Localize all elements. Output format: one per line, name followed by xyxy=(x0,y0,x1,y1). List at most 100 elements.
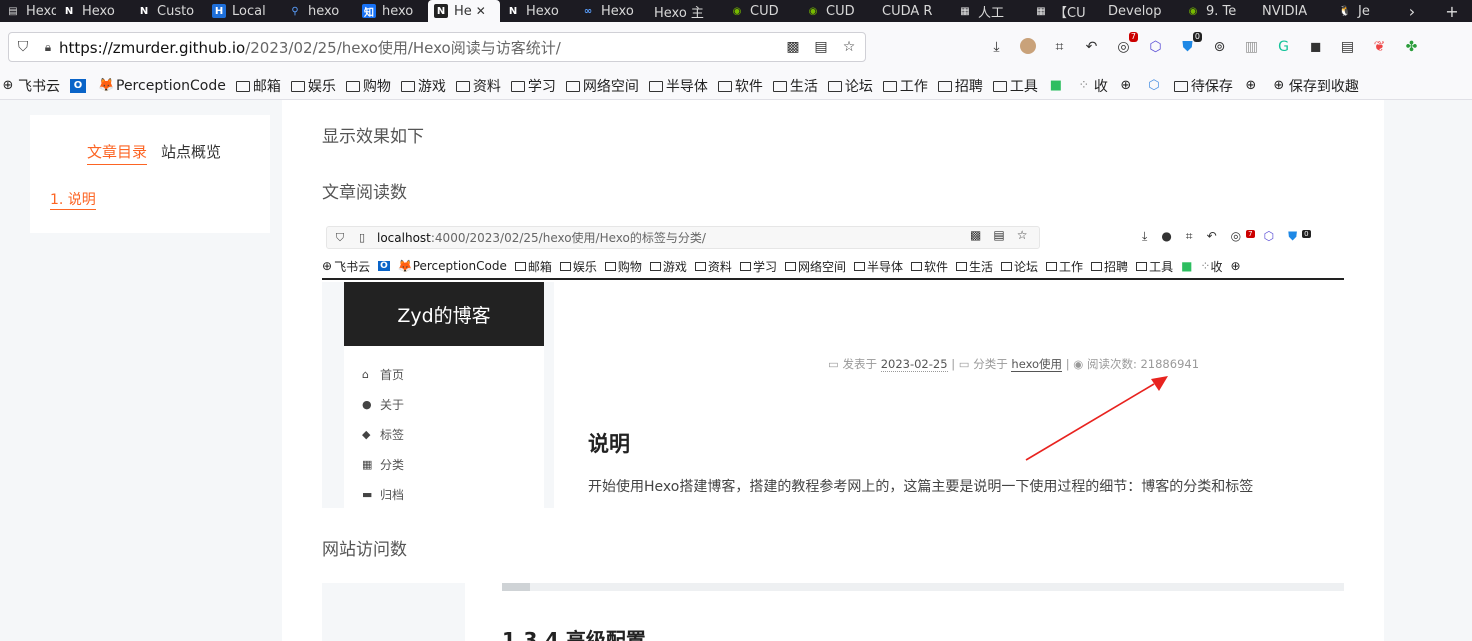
bookmark-item[interactable]: 游戏 xyxy=(400,76,446,96)
qr-code-icon[interactable]: ▩ xyxy=(783,37,803,57)
undo-icon[interactable]: ↶ xyxy=(1081,36,1102,57)
bookmark-label: 待保存 xyxy=(1190,78,1233,95)
bookmark-item[interactable]: ⊕ 飞书云 xyxy=(0,76,60,96)
tab-favicon-icon: N xyxy=(139,5,149,17)
tab-table-of-contents[interactable]: 文章目录 xyxy=(87,141,148,165)
browser-tab[interactable]: 🐧 Je xyxy=(1332,0,1372,22)
browser-tab[interactable]: H Local xyxy=(206,0,282,22)
bookmark-item[interactable]: 邮箱 xyxy=(235,76,281,96)
bookmark-item[interactable]: O xyxy=(70,78,88,93)
browser-tab[interactable]: ⚲ hexo xyxy=(282,0,356,22)
browser-tab[interactable]: ◉ CUD xyxy=(800,0,876,22)
bookmark-item[interactable]: 购物 xyxy=(345,76,391,96)
bookmark-item[interactable]: 招聘 xyxy=(937,76,983,96)
browser-tab[interactable]: ▦ 【CU xyxy=(1028,0,1102,22)
lock-icon[interactable]: 🔒︎ xyxy=(37,40,59,55)
extension-chrome-icon[interactable]: ◎ 7 xyxy=(1113,32,1138,57)
evernote-icon: ■ xyxy=(1049,78,1063,93)
browser-tab[interactable]: N He ✕ xyxy=(428,0,500,22)
bookmark-item[interactable]: ⁘ 收 xyxy=(1076,76,1107,96)
second-screenshot-code-bar xyxy=(502,583,1344,591)
browser-tab[interactable]: ▤ Hexo xyxy=(0,0,56,22)
bookmark-label: 游戏 xyxy=(417,78,446,95)
bookmark-item[interactable]: 工具 xyxy=(992,76,1038,96)
account-avatar-icon[interactable] xyxy=(1020,38,1036,54)
bookmark-label: 飞书云 xyxy=(18,78,60,95)
browser-tab[interactable]: Hexo 主 xyxy=(648,0,724,22)
extension-bars-icon[interactable]: ▥ xyxy=(1241,36,1262,57)
address-bar[interactable]: ⛉ 🔒︎ https://zmurder.github.io/2023/02/2… xyxy=(8,32,866,62)
tab-favicon-icon: N xyxy=(64,5,74,17)
browser-tab[interactable]: NVIDIA xyxy=(1256,0,1332,22)
tab-label: hexo xyxy=(308,3,340,19)
reader-mode-icon[interactable]: ▤ xyxy=(811,37,831,57)
bookmark-item[interactable]: 半导体 xyxy=(648,76,708,96)
new-tab-button[interactable]: + xyxy=(1432,2,1472,21)
bookmark-item[interactable]: ⊕ xyxy=(1118,78,1136,93)
browser-tab[interactable]: N Hexo xyxy=(500,0,575,22)
bookmark-item[interactable]: ⬡ xyxy=(1146,78,1164,93)
post-content: 显示效果如下 文章阅读数 ⛉ ▯ localhost:4000/2023/02/… xyxy=(282,100,1384,641)
extension-notes-icon[interactable]: ▤ xyxy=(1337,36,1358,57)
red-annotation-arrow xyxy=(1025,376,1168,461)
folder-icon xyxy=(455,81,470,92)
browser-tab[interactable]: ∞ Hexo xyxy=(575,0,648,22)
bookmark-item[interactable]: ⊕ 保存到收趣 xyxy=(1271,76,1358,96)
extension-mask-icon[interactable]: ◼ xyxy=(1305,36,1326,57)
tab-site-overview[interactable]: 站点概览 xyxy=(161,141,221,165)
browser-tab[interactable]: ▦ 人工 xyxy=(952,0,1028,22)
second-screenshot-heading: 1.3.4 高级配置 xyxy=(502,628,646,641)
browser-tab[interactable]: N Hexo xyxy=(56,0,131,22)
bookmark-item[interactable]: 网络空间 xyxy=(565,76,639,96)
browser-tab[interactable]: 知 hexo xyxy=(356,0,428,22)
browser-tab[interactable]: N Custo xyxy=(131,0,206,22)
tab-strip-controls: › + xyxy=(1392,0,1472,22)
tab-scroll-right-icon[interactable]: › xyxy=(1392,2,1432,21)
extension-cube-icon[interactable]: ⬡ xyxy=(1145,36,1166,57)
tab-strip: ▤ Hexo N Hexo N Custo H Local ⚲ hexo 知 hexo N He ✕ N Hex… xyxy=(0,0,1472,22)
bookmark-item[interactable]: 🦊 PerceptionCode xyxy=(98,78,226,94)
bookmark-label: 工作 xyxy=(899,78,928,95)
browser-tab[interactable]: ◉ 9. Te xyxy=(1180,0,1256,22)
bookmark-star-icon[interactable]: ☆ xyxy=(839,37,859,57)
bookmark-item[interactable]: 工作 xyxy=(882,76,928,96)
toc-link-explanation[interactable]: 1. 说明 xyxy=(50,189,96,210)
bookmark-item[interactable]: 娱乐 xyxy=(290,76,336,96)
bookmark-item[interactable]: 资料 xyxy=(455,76,501,96)
bookmark-item[interactable]: 待保存 xyxy=(1173,76,1233,96)
bookmark-item[interactable]: 软件 xyxy=(717,76,763,96)
extension-shield-icon[interactable]: ⛊ 0 xyxy=(1177,32,1202,57)
url-path: /2023/02/25/hexo使用/Hexo阅读与访客统计/ xyxy=(245,38,561,57)
shield-icon[interactable]: ⛉ xyxy=(9,39,37,55)
bookmark-item[interactable]: ⊕ xyxy=(1243,78,1261,93)
bookmark-item[interactable]: 生活 xyxy=(772,76,818,96)
download-icon[interactable]: ⤓ xyxy=(986,36,1007,57)
bookmarks-toolbar: ⊕ 飞书云 O 🦊 PerceptionCode 邮箱 娱乐 购物 游戏 资料 学习 网络空间 半导体 软… xyxy=(0,72,1472,100)
extension-puzzle-icon[interactable]: ✤ xyxy=(1401,36,1422,57)
web-page: 文章目录 站点概览 1. 说明 显示效果如下 文章阅读数 ⛉ ▯ localho… xyxy=(0,100,1472,641)
globe-icon: ⊕ xyxy=(2,78,14,93)
outlook-icon: O xyxy=(70,78,86,93)
browser-tab[interactable]: CUDA R xyxy=(876,0,952,22)
extension-leaf-icon[interactable]: ❦ xyxy=(1369,36,1390,57)
extension-ring-icon[interactable]: ⊚ xyxy=(1209,36,1230,57)
tab-favicon-icon: N xyxy=(508,5,518,17)
url-text[interactable]: https://zmurder.github.io/2023/02/25/hex… xyxy=(59,37,561,58)
tab-favicon-icon: ◉ xyxy=(732,5,742,17)
bookmark-item[interactable]: 学习 xyxy=(510,76,556,96)
tab-label: CUD xyxy=(750,3,779,19)
bookmark-label: 邮箱 xyxy=(252,78,281,95)
cube-icon: ⬡ xyxy=(1148,78,1160,93)
tab-label: Hexo xyxy=(601,3,634,19)
bookmark-item[interactable]: ■ xyxy=(1048,78,1066,93)
tab-label: 人工 xyxy=(978,5,1005,21)
crop-icon[interactable]: ⌗ xyxy=(1049,36,1070,57)
browser-tab[interactable]: ◉ CUD xyxy=(724,0,800,22)
tab-label: hexo xyxy=(382,3,414,19)
tab-close-icon[interactable]: ✕ xyxy=(476,4,486,18)
bookmark-item[interactable]: 论坛 xyxy=(827,76,873,96)
grammarly-icon[interactable]: G xyxy=(1273,36,1294,57)
bookmark-label: PerceptionCode xyxy=(116,77,226,94)
browser-tab[interactable]: Develop xyxy=(1102,0,1180,22)
tab-label: NVIDIA xyxy=(1262,3,1308,19)
